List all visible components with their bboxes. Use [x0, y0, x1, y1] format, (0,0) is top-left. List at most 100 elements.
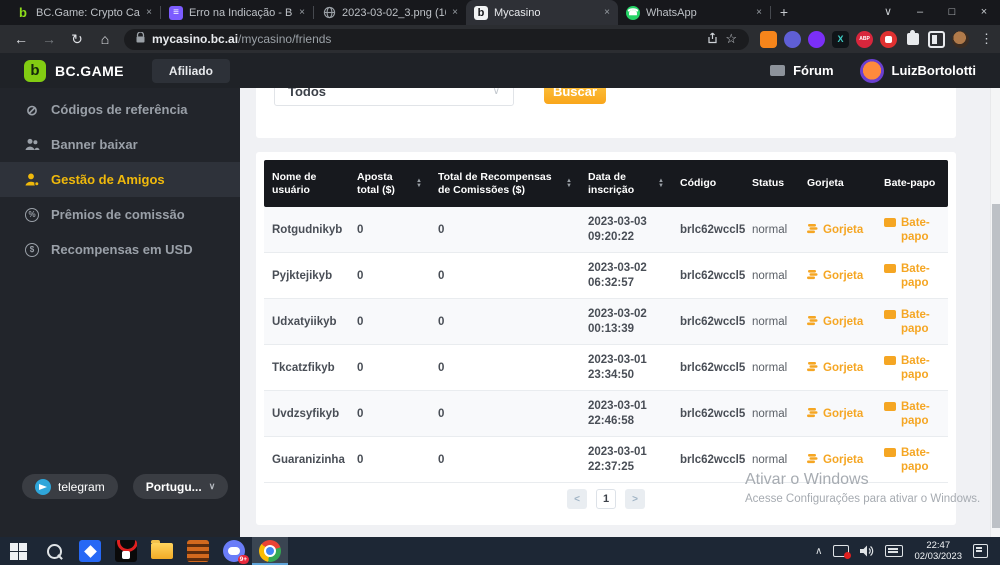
chat-link[interactable]: Bate-papo — [884, 216, 940, 244]
new-tab-button[interactable]: + — [771, 0, 797, 25]
tip-link[interactable]: Gorjeta — [807, 361, 868, 375]
sidebar-item-usd-rewards[interactable]: $ Recompensas em USD — [0, 232, 240, 267]
taskbar-app-anydesk[interactable] — [72, 537, 108, 565]
sidebar-extension-icon[interactable] — [928, 31, 945, 48]
chat-link[interactable]: Bate-papo — [884, 308, 940, 336]
sort-icons[interactable]: ▲▼ — [416, 179, 422, 189]
taskbar-app-ledger[interactable] — [180, 537, 216, 565]
tab-close-icon[interactable]: × — [604, 7, 610, 18]
chat-link[interactable]: Bate-papo — [884, 446, 940, 474]
chat-bubble-icon — [884, 310, 896, 319]
browser-tab-png-image[interactable]: 2023-03-02_3.png (1024×76 × — [314, 0, 466, 25]
user-avatar[interactable] — [860, 59, 884, 83]
tab-title: Mycasino — [494, 7, 598, 19]
column-header-status: Status — [744, 177, 799, 190]
tray-expand-chevron[interactable]: ∧ — [815, 546, 822, 557]
window-chevron-icon[interactable]: ∨ — [872, 0, 904, 25]
taskbar-clock[interactable]: 22:47 02/03/2023 — [914, 540, 962, 562]
page-scrollbar[interactable] — [990, 88, 1000, 537]
tab-close-icon[interactable]: × — [299, 7, 305, 18]
taskbar-app-discord[interactable]: 9+ — [216, 537, 252, 565]
browser-tab-mycasino-active[interactable]: b Mycasino × — [466, 0, 618, 25]
telegram-button[interactable]: telegram — [22, 474, 118, 499]
adblock-plus-extension-icon[interactable]: ABP — [856, 31, 873, 48]
tip-link[interactable]: Gorjeta — [807, 407, 868, 421]
share-icon[interactable] — [706, 32, 718, 47]
sort-icons[interactable]: ▲▼ — [658, 179, 664, 189]
chrome-icon — [259, 540, 281, 562]
window-close-button[interactable]: × — [968, 0, 1000, 25]
forward-button[interactable]: → — [36, 31, 62, 47]
forum-link[interactable]: Fórum — [793, 63, 833, 78]
pagination-page-1[interactable]: 1 — [596, 489, 616, 509]
sidebar-item-banner-download[interactable]: Banner baixar — [0, 127, 240, 162]
extensions-row: X ABP ⋮ — [760, 31, 993, 48]
window-minimize-button[interactable]: – — [904, 0, 936, 25]
pagination-next-button[interactable]: > — [625, 489, 645, 509]
chat-link[interactable]: Bate-papo — [884, 262, 940, 290]
chat-link[interactable]: Bate-papo — [884, 354, 940, 382]
address-bar[interactable]: mycasino.bc.ai/mycasino/friends ☆ — [124, 29, 749, 50]
sort-icons[interactable]: ▲▼ — [566, 179, 572, 189]
sidebar-item-label: Banner baixar — [51, 137, 138, 152]
filter-select[interactable]: Todos ∨ — [274, 88, 514, 106]
touch-keyboard-icon[interactable] — [885, 545, 903, 557]
volume-icon[interactable] — [860, 545, 874, 557]
x-extension-icon[interactable]: X — [832, 31, 849, 48]
cell-rewards: 0 — [430, 316, 580, 328]
black-red-app-icon — [115, 540, 137, 562]
username[interactable]: LuizBortolotti — [892, 63, 976, 78]
purple-wallet-extension-icon[interactable] — [784, 31, 801, 48]
metamask-extension-icon[interactable] — [760, 31, 777, 48]
tab-close-icon[interactable]: × — [756, 7, 762, 18]
cell-status: normal — [744, 270, 799, 282]
reload-button[interactable]: ↻ — [64, 31, 90, 48]
bcgame-favicon: b — [474, 6, 488, 20]
bcgame-green-favicon: b — [16, 6, 30, 20]
cell-code: brlc62wccl5 — [672, 270, 744, 282]
home-button[interactable]: ⌂ — [92, 31, 118, 47]
coins-icon — [807, 315, 818, 326]
tip-link[interactable]: Gorjeta — [807, 315, 868, 329]
chat-bubble-icon — [884, 448, 896, 457]
extensions-puzzle-icon[interactable] — [904, 31, 921, 48]
purple-swirl-extension-icon[interactable] — [808, 31, 825, 48]
browser-profile-avatar[interactable] — [952, 31, 969, 48]
taskbar-app-chrome-active[interactable] — [252, 537, 288, 565]
sidebar-item-commission-rewards[interactable]: % Prêmios de comissão — [0, 197, 240, 232]
chevron-down-icon: ∨ — [493, 88, 500, 97]
tab-close-icon[interactable]: × — [146, 7, 152, 18]
network-status-icon[interactable] — [833, 545, 849, 557]
search-button[interactable]: Buscar — [544, 88, 606, 104]
back-button[interactable]: ← — [8, 31, 34, 47]
taskbar-app-streaming[interactable] — [108, 537, 144, 565]
browser-menu-kebab-icon[interactable]: ⋮ — [980, 31, 993, 47]
windows-activation-watermark: Ativar o Windows Acesse Configurações pa… — [745, 471, 980, 505]
column-header-total-bet[interactable]: Aposta total ($) ▲▼ — [349, 171, 430, 197]
chat-link[interactable]: Bate-papo — [884, 400, 940, 428]
red-blocker-extension-icon[interactable] — [880, 31, 897, 48]
bookmark-star-icon[interactable]: ☆ — [725, 31, 737, 47]
taskbar-search-button[interactable] — [36, 537, 72, 565]
start-button[interactable] — [0, 537, 36, 565]
tip-link[interactable]: Gorjeta — [807, 269, 868, 283]
scrollbar-thumb[interactable] — [992, 204, 1000, 528]
pagination-prev-button[interactable]: < — [567, 489, 587, 509]
browser-tab-whatsapp[interactable]: ☎ WhatsApp × — [618, 0, 770, 25]
tip-link[interactable]: Gorjeta — [807, 223, 868, 237]
column-header-commission-rewards[interactable]: Total de Recompensas de Comissões ($) ▲▼ — [430, 171, 580, 197]
affiliate-chip[interactable]: Afiliado — [152, 59, 230, 83]
action-center-icon[interactable] — [973, 544, 988, 558]
chat-bubble-icon — [884, 218, 896, 227]
sidebar-item-friends-management[interactable]: Gestão de Amigos — [0, 162, 240, 197]
bcgame-logo-icon[interactable]: b — [24, 60, 46, 82]
taskbar-file-explorer[interactable] — [144, 537, 180, 565]
browser-tab-erro-indicacao[interactable]: ≡ Erro na Indicação - BC.Game × — [161, 0, 313, 25]
sidebar-item-referral-codes[interactable]: ⊘ Códigos de referência — [0, 92, 240, 127]
browser-tab-bcgame-home[interactable]: b BC.Game: Crypto Casino Gan × — [8, 0, 160, 25]
language-selector[interactable]: Portugu... ∨ — [133, 474, 229, 499]
column-header-signup-date[interactable]: Data de inscrição ▲▼ — [580, 171, 672, 197]
tip-link[interactable]: Gorjeta — [807, 453, 868, 467]
tab-close-icon[interactable]: × — [452, 7, 458, 18]
window-maximize-button[interactable]: □ — [936, 0, 968, 25]
